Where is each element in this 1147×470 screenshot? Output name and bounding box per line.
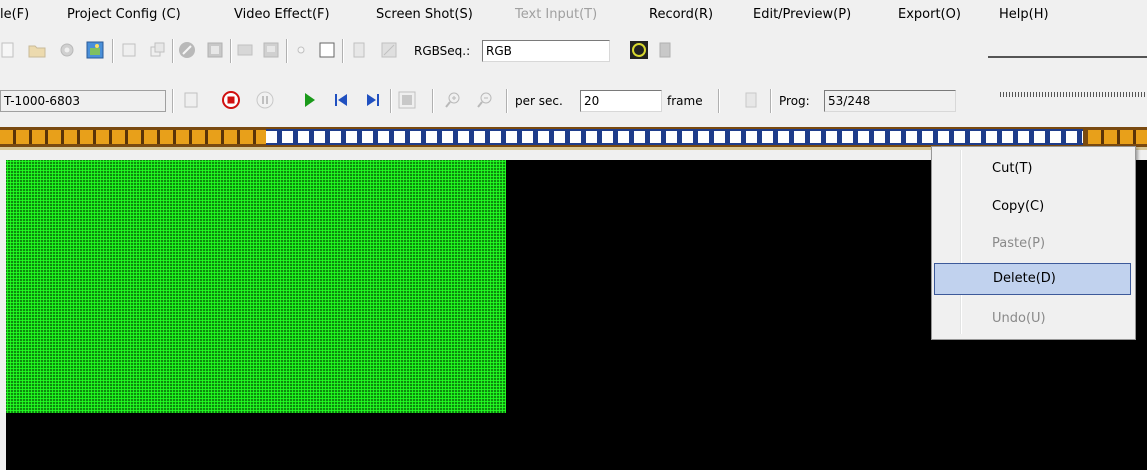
skip-to-start-icon[interactable] [330, 89, 352, 111]
play-icon[interactable] [298, 89, 320, 111]
frame-doc-icon[interactable] [740, 89, 762, 111]
document-icon[interactable] [348, 39, 370, 61]
toolbar-separator [718, 89, 720, 113]
context-menu-copy[interactable]: Copy(C) [934, 191, 1131, 223]
toolbar-separator [506, 89, 508, 113]
menu-help[interactable]: Help(H) [999, 7, 1049, 23]
check-box-icon[interactable] [378, 39, 400, 61]
brush-effect-icon[interactable] [176, 39, 198, 61]
copy-frame-icon[interactable] [146, 39, 168, 61]
square-frame-icon[interactable] [316, 39, 338, 61]
toolbar-playback: T-1000-6803 per sec. 20 frame Prog: 53/2… [0, 86, 960, 116]
camera-icon[interactable] [234, 39, 256, 61]
frame-box-icon[interactable] [204, 39, 226, 61]
timeline-remaining-frames[interactable] [1088, 130, 1147, 144]
menu-export[interactable]: Export(O) [898, 7, 961, 23]
toolbar-separator [172, 39, 174, 63]
stop-record-icon[interactable] [220, 89, 242, 111]
menu-bar: le(F) Project Config (C) Video Effect(F)… [0, 0, 1147, 30]
toolbar-separator [342, 39, 344, 63]
book-icon[interactable] [654, 39, 676, 61]
new-file-icon[interactable] [0, 39, 18, 61]
menu-project-config[interactable]: Project Config (C) [67, 7, 181, 23]
speed-slider-track[interactable] [988, 56, 1147, 58]
zoom-out-icon[interactable] [474, 89, 496, 111]
skip-to-end-icon[interactable] [362, 89, 384, 111]
timeline-played-frames[interactable] [0, 130, 266, 144]
device-id-field[interactable]: T-1000-6803 [0, 90, 166, 112]
toolbar-separator [230, 39, 232, 63]
stop-square-icon[interactable] [396, 89, 418, 111]
dot-icon[interactable] [290, 39, 312, 61]
open-folder-icon[interactable] [26, 39, 48, 61]
menu-edit-preview[interactable]: Edit/Preview(P) [753, 7, 851, 23]
menu-video-effect[interactable]: Video Effect(F) [234, 7, 330, 23]
speed-slider-ticks [1000, 92, 1147, 97]
settings-gear-icon[interactable] [56, 39, 78, 61]
progress-label: Prog: [779, 94, 810, 108]
screenshot-icon[interactable] [260, 39, 282, 61]
image-icon[interactable] [84, 39, 106, 61]
toolbar-separator [112, 39, 114, 63]
per-sec-label: per sec. [515, 94, 563, 108]
toolbar-separator [770, 89, 772, 113]
toolbar-separator [172, 89, 174, 113]
toolbar-separator [286, 39, 288, 63]
menu-record[interactable]: Record(R) [649, 7, 713, 23]
pause-icon[interactable] [254, 89, 276, 111]
context-menu-delete[interactable]: Delete(D) [934, 263, 1131, 295]
context-menu: Cut(T) Copy(C) Paste(P) Delete(D) Undo(U… [931, 146, 1136, 340]
preview-page-icon[interactable] [180, 89, 202, 111]
rgbseq-field[interactable]: RGB [482, 40, 610, 62]
menu-file[interactable]: le(F) [0, 7, 29, 23]
circle-color-icon[interactable] [628, 39, 650, 61]
context-menu-cut[interactable]: Cut(T) [934, 153, 1131, 185]
zoom-in-icon[interactable] [442, 89, 464, 111]
list-icon[interactable] [118, 39, 140, 61]
led-matrix-preview [6, 160, 506, 413]
toolbar-main: RGBSeq.: RGB [0, 36, 960, 66]
frame-label: frame [667, 94, 703, 108]
progress-field: 53/248 [824, 90, 956, 112]
toolbar-separator [432, 89, 434, 113]
context-menu-paste[interactable]: Paste(P) [934, 228, 1131, 260]
rgbseq-label: RGBSeq.: [414, 44, 471, 58]
context-menu-undo[interactable]: Undo(U) [934, 303, 1131, 335]
frames-per-sec-field[interactable]: 20 [580, 90, 662, 112]
toolbar-separator [390, 89, 392, 113]
timeline-selected-frames[interactable] [266, 129, 1083, 145]
menu-screen-shot[interactable]: Screen Shot(S) [376, 7, 473, 23]
menu-text-input[interactable]: Text Input(T) [515, 7, 597, 23]
